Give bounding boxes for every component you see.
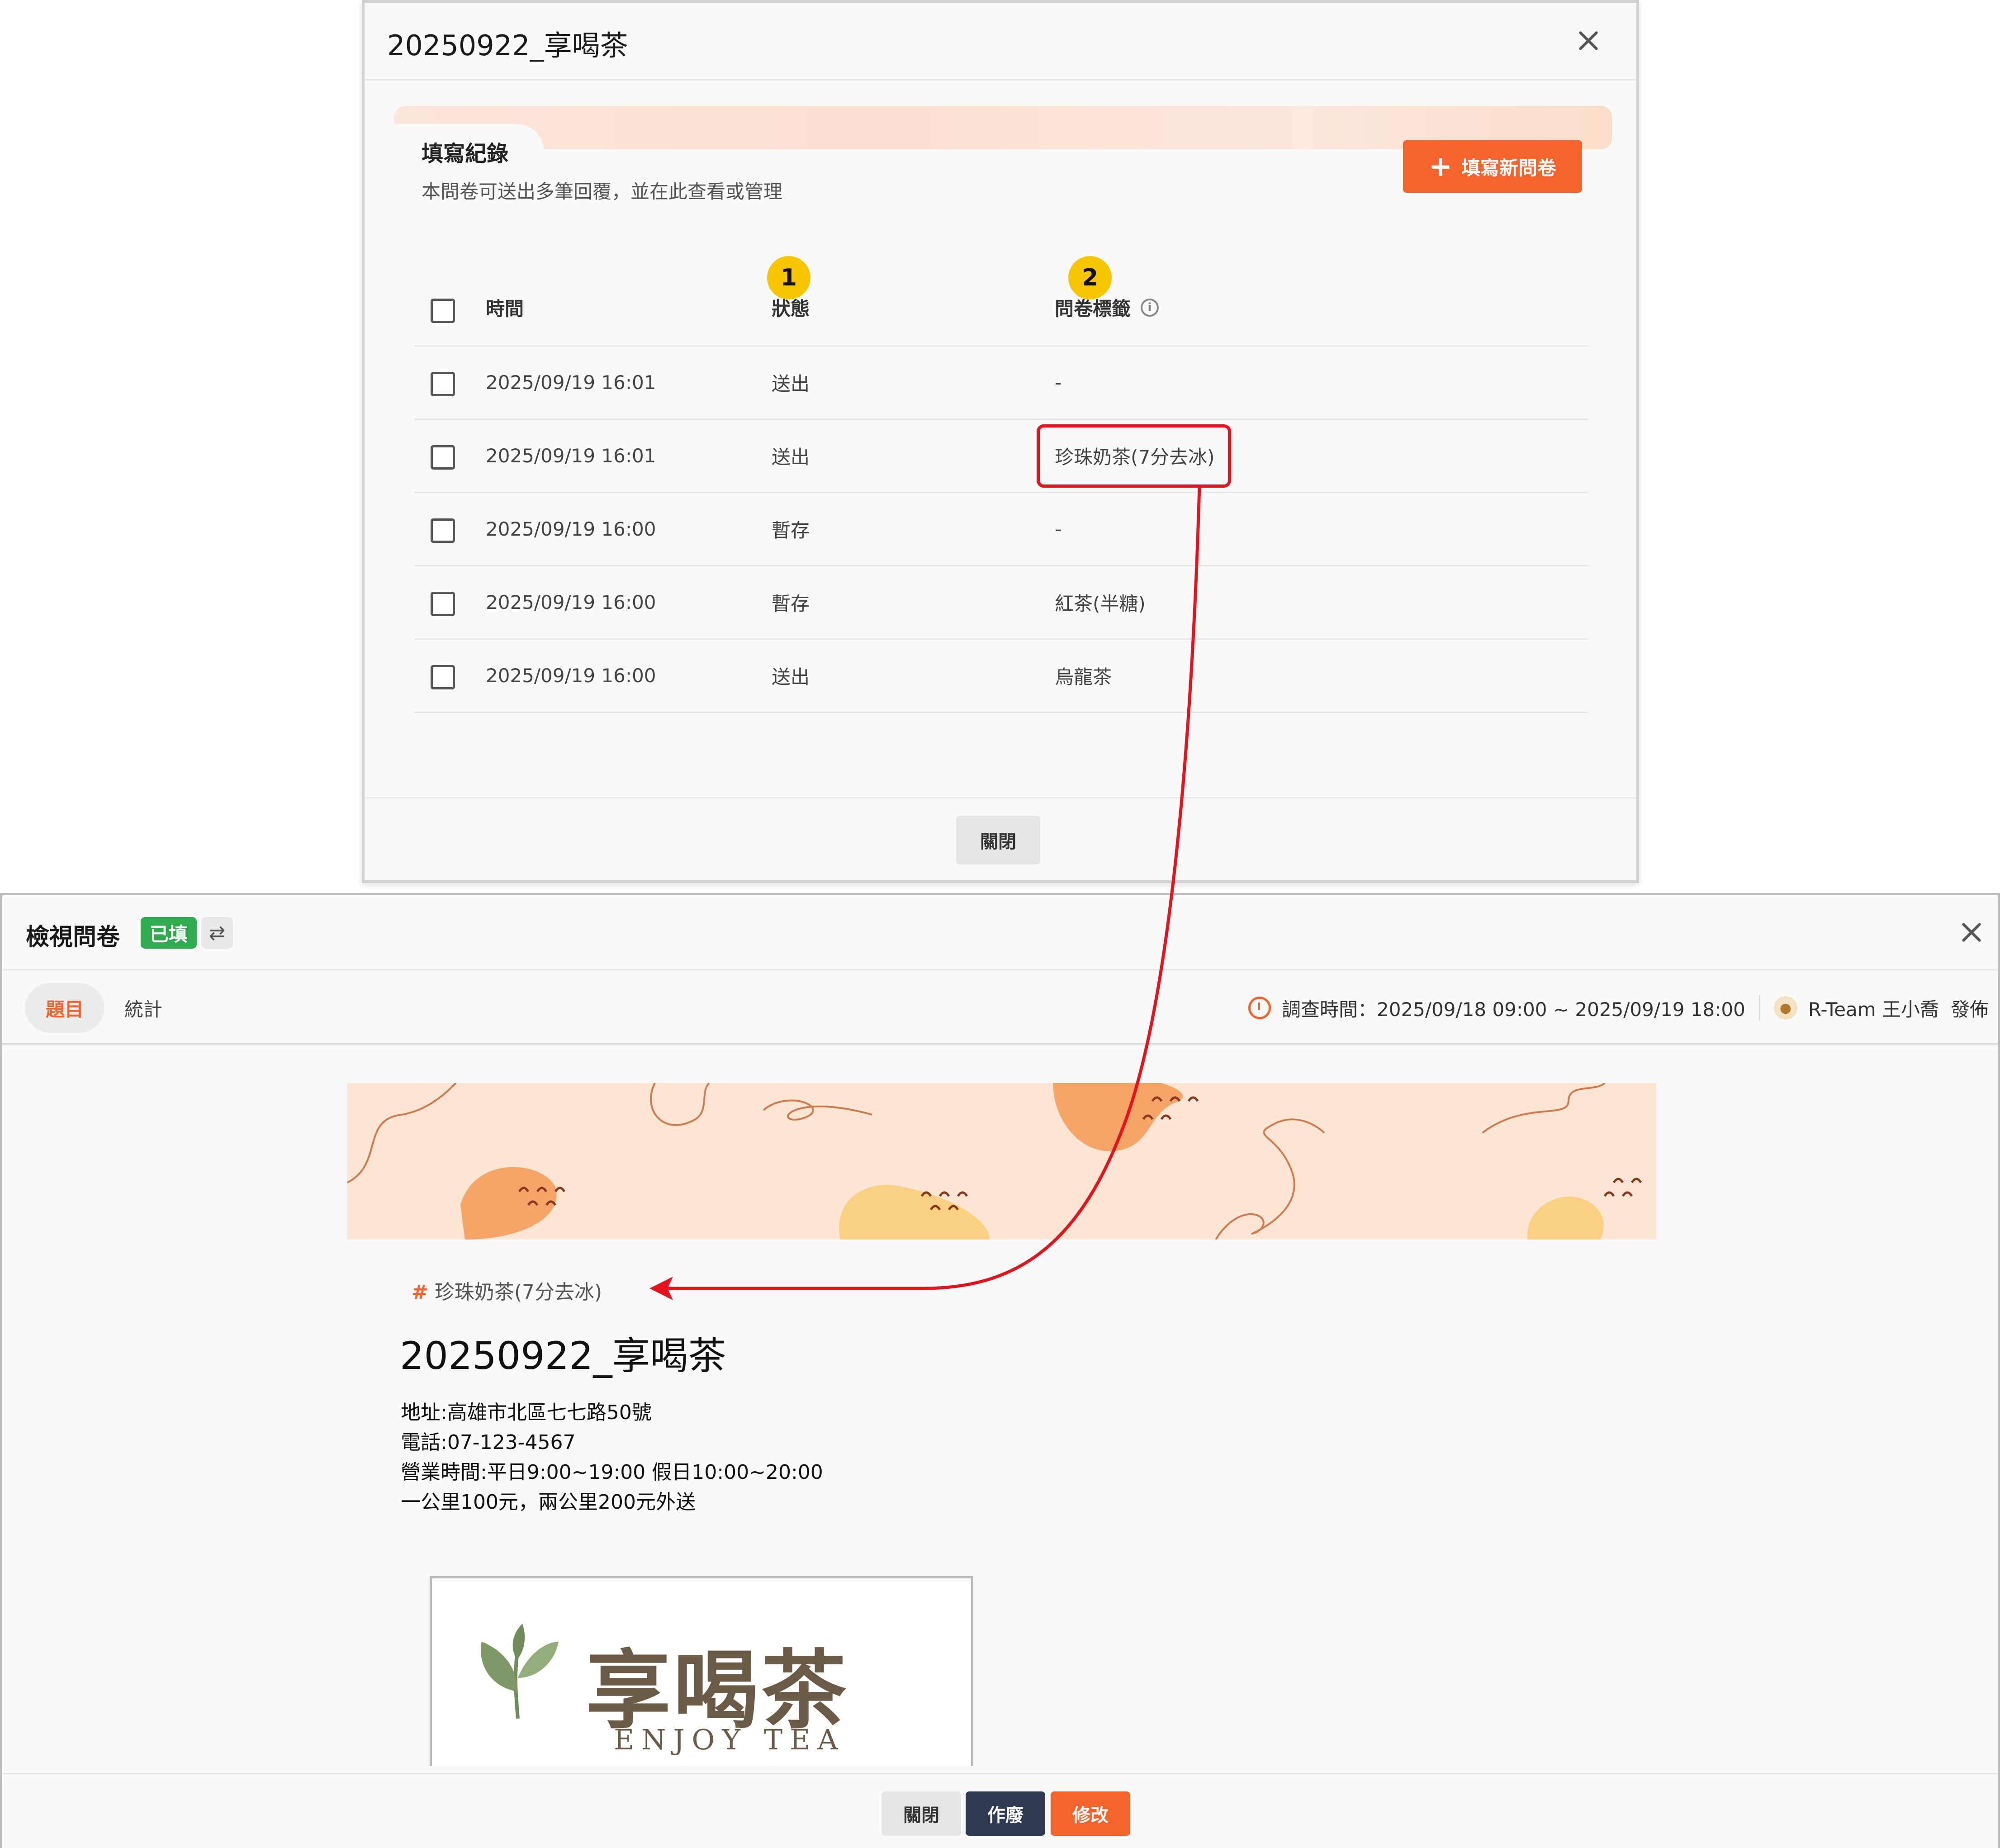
row-checkbox[interactable] [431, 665, 455, 689]
row-status: 送出 [772, 446, 810, 468]
column-status: 狀態 [772, 298, 810, 320]
tag-highlight-box [1037, 424, 1231, 488]
tab-stats[interactable]: 統計 [124, 983, 162, 1033]
hash-icon: # [412, 1281, 428, 1304]
column-tag-label: 問卷標籤 [1055, 298, 1131, 320]
publisher-name: R-Team 王小喬 [1808, 998, 1939, 1021]
filled-badge: 已填 [141, 917, 197, 949]
row-tag: 烏龍茶 [1055, 666, 1112, 688]
survey-title: 20250922_享喝茶 [400, 1334, 726, 1378]
info-icon[interactable]: i [1141, 298, 1159, 317]
table-row[interactable]: 2025/09/19 16:00 暫存 紅茶(半糖) [414, 566, 1588, 640]
table-row[interactable]: 2025/09/19 16:00 送出 烏龍茶 [414, 640, 1588, 713]
tab-bar: 題目 統計 調查時間：2025/09/18 09:00 ~ 2025/09/19… [2, 970, 1998, 1045]
desc-line: 電話:07-123-4567 [401, 1431, 576, 1454]
fill-records-dialog: 20250922_享喝茶 填寫紀錄 本問卷可送出多筆回覆，並在此查看或管理 + … [362, 0, 1639, 883]
section-title: 填寫紀錄 [422, 141, 509, 166]
desc-line: 營業時間:平日9:00~19:00 假日10:00~20:00 [401, 1461, 823, 1484]
divider [1758, 995, 1760, 1021]
desc-line: 地址:高雄市北區七七路50號 [401, 1401, 652, 1424]
dialog-footer: 關閉 [365, 797, 1636, 883]
row-checkbox[interactable] [431, 592, 455, 616]
dialog-header: 20250922_享喝茶 [365, 3, 1636, 81]
close-icon[interactable] [1957, 918, 1986, 947]
select-all-checkbox[interactable] [431, 299, 455, 323]
plus-icon: + [1429, 150, 1452, 183]
edit-button[interactable]: 修改 [1051, 1791, 1130, 1836]
row-tag: 紅茶(半糖) [1055, 593, 1146, 615]
close-button[interactable]: 關閉 [956, 816, 1040, 865]
dialog-footer: 關閉 作廢 修改 [2, 1773, 1998, 1848]
dialog-title: 檢視問卷 [26, 924, 120, 951]
table-row[interactable]: 2025/09/19 16:00 暫存 - [414, 493, 1588, 566]
records-table: 時間 狀態 問卷標籤 i 2025/09/19 16:01 送出 - 2025/… [414, 270, 1588, 713]
column-tag: 問卷標籤 i [1055, 270, 1159, 345]
survey-tag: # 珍珠奶茶(7分去冰) [412, 1276, 602, 1305]
avatar: ● [1773, 996, 1797, 1020]
survey-description: 地址:高雄市北區七七路50號 電話:07-123-4567 營業時間:平日9:0… [401, 1398, 823, 1517]
dialog-header: 檢視問卷 已填 ⇄ [2, 895, 1998, 970]
table-row[interactable]: 2025/09/19 16:01 送出 珍珠奶茶(7分去冰) [414, 420, 1588, 493]
section-description: 本問卷可送出多筆回覆，並在此查看或管理 [422, 181, 783, 203]
survey-tag-label: 珍珠奶茶(7分去冰) [434, 1281, 602, 1304]
row-status: 暫存 [772, 593, 810, 615]
column-time: 時間 [486, 298, 524, 320]
survey-time: 調查時間：2025/09/18 09:00 ~ 2025/09/19 18:00 [1282, 998, 1745, 1021]
row-checkbox[interactable] [431, 445, 455, 470]
row-status: 送出 [772, 373, 810, 395]
row-checkbox[interactable] [431, 518, 455, 543]
swap-icon[interactable]: ⇄ [201, 917, 233, 949]
publish-label: 發佈 [1950, 998, 1989, 1021]
close-icon[interactable] [1574, 26, 1603, 55]
view-survey-dialog: 檢視問卷 已填 ⇄ 題目 統計 調查時間：2025/09/18 09:00 ~ … [0, 893, 2000, 1848]
logo-english-text: ENJOY TEA [614, 1723, 845, 1756]
close-button[interactable]: 關閉 [882, 1791, 961, 1836]
void-button[interactable]: 作廢 [966, 1791, 1045, 1836]
row-time: 2025/09/19 16:00 [486, 591, 656, 613]
dialog-title: 20250922_享喝茶 [387, 29, 628, 62]
survey-meta: 調查時間：2025/09/18 09:00 ~ 2025/09/19 18:00… [1248, 983, 1989, 1033]
row-checkbox[interactable] [431, 372, 455, 396]
row-status: 送出 [772, 666, 810, 688]
table-header: 時間 狀態 問卷標籤 i [414, 270, 1588, 347]
row-tag: - [1055, 518, 1062, 540]
tea-leaf-icon [481, 1624, 559, 1719]
row-tag: - [1055, 371, 1062, 394]
desc-line: 一公里100元，兩公里200元外送 [401, 1491, 696, 1514]
row-time: 2025/09/19 16:00 [486, 518, 656, 540]
shop-logo-image: 享喝茶 ENJOY TEA [430, 1576, 973, 1766]
row-time: 2025/09/19 16:01 [486, 371, 656, 394]
survey-banner-image [347, 1083, 1656, 1240]
new-survey-button[interactable]: + 填寫新問卷 [1403, 140, 1582, 193]
row-time: 2025/09/19 16:00 [486, 665, 656, 687]
row-time: 2025/09/19 16:01 [486, 445, 656, 467]
new-survey-label: 填寫新問卷 [1461, 157, 1556, 179]
timer-icon [1248, 997, 1271, 1019]
table-row[interactable]: 2025/09/19 16:01 送出 - [414, 347, 1588, 420]
row-status: 暫存 [772, 519, 810, 542]
tab-questions[interactable]: 題目 [25, 983, 104, 1033]
